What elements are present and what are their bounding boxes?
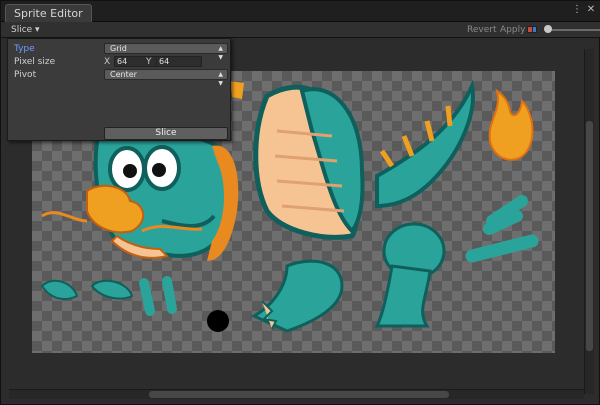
menu-icon[interactable]: ⋮ xyxy=(571,4,583,16)
revert-button[interactable]: Revert xyxy=(467,23,496,37)
tab-sprite-editor[interactable]: Sprite Editor xyxy=(5,4,92,22)
type-dropdown[interactable]: Grid ▲ ▼ xyxy=(104,43,228,61)
horizontal-scrollbar[interactable] xyxy=(9,389,584,399)
pixel-x-label: X xyxy=(104,57,111,67)
apply-button[interactable]: Apply xyxy=(500,23,525,37)
slice-button[interactable]: Slice xyxy=(104,127,228,140)
pixel-x-field[interactable]: 64 xyxy=(114,56,160,67)
dropdown-arrow-icon: ▲ ▼ xyxy=(218,71,223,87)
type-label: Type xyxy=(14,44,35,54)
claw-sprite[interactable] xyxy=(90,279,134,300)
alpha-channel-icon[interactable] xyxy=(532,26,537,33)
dragon-tail-sprite[interactable] xyxy=(375,79,475,209)
pixel-size-label: Pixel size xyxy=(14,57,56,67)
vertical-scroll-thumb[interactable] xyxy=(586,121,593,351)
title-bar: Sprite Editor ⋮ ✕ xyxy=(1,1,600,22)
dragon-head-sprite[interactable] xyxy=(41,128,239,261)
pivot-dropdown-value: Center xyxy=(110,70,137,79)
pixel-y-field[interactable]: 64 xyxy=(156,56,202,67)
pupil-sprite[interactable] xyxy=(207,310,229,332)
pivot-dropdown[interactable]: Center ▲ ▼ xyxy=(104,69,228,87)
close-icon[interactable]: ✕ xyxy=(585,4,597,16)
horizontal-scroll-thumb[interactable] xyxy=(149,391,449,398)
flame-sprite[interactable] xyxy=(488,88,534,161)
dragon-body-sprite[interactable] xyxy=(253,84,365,240)
finger-sprite[interactable] xyxy=(139,276,177,316)
ear-sprite[interactable] xyxy=(230,81,244,99)
back-leg-sprite[interactable] xyxy=(374,222,446,328)
claw-sprite[interactable] xyxy=(40,279,79,300)
slice-panel: Type Grid ▲ ▼ Pixel size X 64 Y 64 Pivot … xyxy=(7,38,231,141)
slice-menu-button[interactable]: Slice ▾ xyxy=(11,23,40,37)
type-dropdown-value: Grid xyxy=(110,44,127,53)
arm-bone-sprite[interactable] xyxy=(483,195,528,235)
leg-bone-sprite[interactable] xyxy=(465,234,539,263)
sprite-editor-window: Sprite Editor ⋮ ✕ Slice ▾ Revert Apply T… xyxy=(0,0,600,405)
zoom-slider-handle[interactable] xyxy=(544,25,552,33)
pivot-label: Pivot xyxy=(14,70,37,80)
vertical-scrollbar[interactable] xyxy=(584,49,594,394)
toolbar: Slice ▾ Revert Apply xyxy=(1,22,600,38)
dropdown-arrow-icon: ▲ ▼ xyxy=(218,45,223,61)
pixel-y-label: Y xyxy=(146,57,152,67)
front-leg-sprite[interactable] xyxy=(250,259,344,333)
zoom-slider-track[interactable] xyxy=(549,29,600,31)
